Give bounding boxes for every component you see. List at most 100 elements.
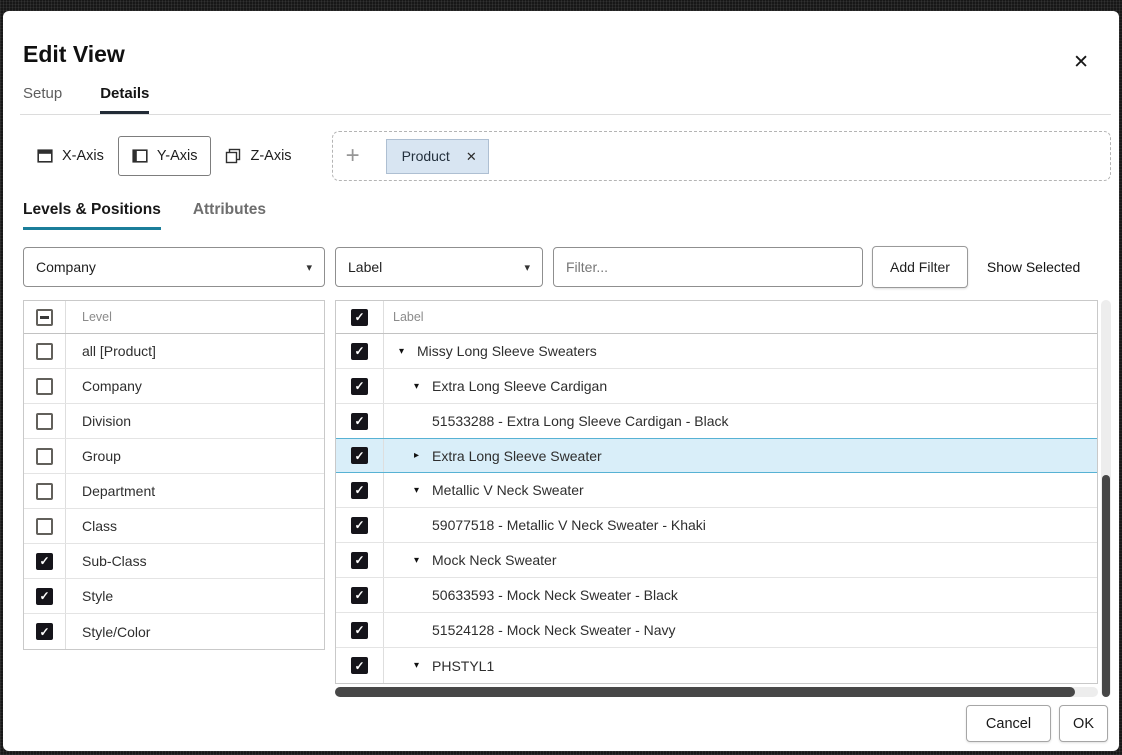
position-row[interactable]: 51524128 - Mock Neck Sweater - Navy: [336, 613, 1097, 648]
filter-input[interactable]: [553, 247, 863, 287]
z-axis-label: Z-Axis: [250, 148, 292, 164]
level-row-label: Company: [82, 378, 142, 394]
axis-toolbar: X-Axis Y-Axis Z-Axis + Product ✕: [20, 131, 1111, 181]
checkbox-icon[interactable]: [351, 447, 368, 464]
checkbox-icon[interactable]: [351, 621, 368, 639]
y-axis-icon: [132, 149, 148, 163]
header-checkbox-cell: [24, 301, 66, 333]
select-all-positions-checkbox[interactable]: [351, 308, 368, 326]
x-axis-icon: [37, 149, 53, 163]
position-row[interactable]: ▾ Missy Long Sleeve Sweaters: [336, 334, 1097, 369]
checkbox-cell: [24, 404, 66, 438]
level-row[interactable]: Group: [24, 439, 324, 474]
checkbox-icon[interactable]: [351, 551, 368, 569]
position-row-label: 59077518 - Metallic V Neck Sweater - Kha…: [432, 517, 706, 533]
expand-arrow-icon[interactable]: ▾: [414, 485, 432, 496]
position-row-label: Missy Long Sleeve Sweaters: [417, 343, 597, 359]
position-row[interactable]: ▾ Extra Long Sleeve Cardigan: [336, 369, 1097, 404]
checkbox-icon[interactable]: [36, 342, 53, 360]
checkbox-icon[interactable]: [36, 623, 53, 640]
position-row-label: Extra Long Sleeve Sweater: [432, 447, 602, 464]
level-row[interactable]: Division: [24, 404, 324, 439]
y-axis-button[interactable]: Y-Axis: [117, 136, 212, 176]
position-row[interactable]: 51533288 - Extra Long Sleeve Cardigan - …: [336, 404, 1097, 439]
z-axis-button[interactable]: Z-Axis: [211, 136, 306, 176]
product-dimension-chip[interactable]: Product ✕: [385, 138, 489, 174]
level-row[interactable]: Company: [24, 369, 324, 404]
position-row-label: 51524128 - Mock Neck Sweater - Navy: [432, 622, 676, 638]
vertical-scrollbar-thumb[interactable]: [1102, 474, 1110, 697]
levels-table-header: Level: [24, 301, 324, 334]
close-icon[interactable]: ✕: [1073, 53, 1089, 72]
show-selected-button[interactable]: Show Selected: [987, 259, 1080, 275]
positions-table: Label ▾ Missy Long Sleeve Sweaters ▾ Ext…: [335, 300, 1098, 684]
y-axis-label: Y-Axis: [156, 148, 198, 164]
checkbox-icon[interactable]: [351, 586, 368, 604]
checkbox-cell: [336, 473, 384, 507]
position-row[interactable]: 59077518 - Metallic V Neck Sweater - Kha…: [336, 508, 1097, 543]
collapse-arrow-icon[interactable]: ▸: [414, 450, 432, 461]
level-row[interactable]: all [Product]: [24, 334, 324, 369]
tab-setup[interactable]: Setup: [23, 85, 62, 114]
checkbox-cell: [336, 613, 384, 647]
checkbox-cell: [24, 509, 66, 543]
position-row[interactable]: 50633593 - Mock Neck Sweater - Black: [336, 578, 1097, 613]
checkbox-icon[interactable]: [351, 516, 368, 534]
chip-remove-icon[interactable]: ✕: [466, 150, 477, 163]
expand-arrow-icon[interactable]: ▾: [414, 381, 432, 392]
add-filter-button[interactable]: Add Filter: [872, 246, 968, 288]
add-dimension-icon[interactable]: +: [346, 144, 360, 168]
chevron-down-icon: ▾: [524, 261, 530, 274]
expand-arrow-icon[interactable]: ▾: [414, 555, 432, 566]
checkbox-cell: [336, 334, 384, 368]
level-row-label: Sub-Class: [82, 553, 147, 569]
position-row-label: Metallic V Neck Sweater: [432, 482, 584, 498]
edit-view-dialog: Edit View ✕ Setup Details X-Axis Y-Axis: [3, 11, 1119, 751]
expand-arrow-icon[interactable]: ▾: [414, 660, 432, 671]
label-dropdown[interactable]: Label ▾: [335, 247, 543, 287]
level-row[interactable]: Style/Color: [24, 614, 324, 649]
horizontal-scrollbar[interactable]: [335, 687, 1098, 697]
checkbox-icon[interactable]: [351, 377, 368, 395]
tab-details[interactable]: Details: [100, 85, 150, 114]
checkbox-icon[interactable]: [351, 481, 368, 499]
checkbox-icon[interactable]: [351, 412, 368, 430]
level-row[interactable]: Sub-Class: [24, 544, 324, 579]
hierarchy-dropdown[interactable]: Company ▾: [23, 247, 325, 287]
checkbox-icon[interactable]: [36, 447, 53, 465]
level-row[interactable]: Style: [24, 579, 324, 614]
hierarchy-dropdown-value: Company: [36, 259, 96, 275]
checkbox-cell: [336, 543, 384, 577]
checkbox-icon[interactable]: [36, 377, 53, 395]
checkbox-icon[interactable]: [36, 552, 53, 570]
checkbox-icon[interactable]: [36, 587, 53, 605]
dialog-footer: Cancel OK: [20, 705, 1111, 742]
checkbox-cell: [24, 614, 66, 649]
x-axis-button[interactable]: X-Axis: [23, 136, 118, 176]
ok-button[interactable]: OK: [1059, 705, 1108, 742]
level-row[interactable]: Department: [24, 474, 324, 509]
level-row[interactable]: Class: [24, 509, 324, 544]
expand-arrow-icon[interactable]: ▾: [399, 346, 417, 357]
level-row-label: Class: [82, 518, 118, 534]
position-row[interactable]: ▾ Metallic V Neck Sweater: [336, 473, 1097, 508]
checkbox-icon[interactable]: [36, 482, 53, 500]
checkbox-icon[interactable]: [36, 412, 53, 430]
checkbox-icon[interactable]: [36, 517, 53, 535]
position-row-selected[interactable]: ▸ Extra Long Sleeve Sweater: [336, 438, 1097, 473]
chip-label: Product: [401, 148, 450, 164]
position-row[interactable]: ▾ PHSTYL1: [336, 648, 1097, 683]
label-dropdown-value: Label: [348, 259, 383, 275]
vertical-scrollbar[interactable]: [1101, 300, 1111, 697]
checkbox-icon[interactable]: [351, 342, 368, 360]
horizontal-scrollbar-thumb[interactable]: [335, 687, 1076, 697]
select-all-levels-checkbox[interactable]: [36, 308, 53, 326]
tab-levels-positions[interactable]: Levels & Positions: [23, 201, 161, 230]
checkbox-icon[interactable]: [351, 657, 368, 674]
position-row[interactable]: ▾ Mock Neck Sweater: [336, 543, 1097, 578]
cancel-button[interactable]: Cancel: [965, 705, 1052, 742]
axis-dimension-dropzone[interactable]: + Product ✕: [331, 131, 1111, 181]
position-row-label: 50633593 - Mock Neck Sweater - Black: [432, 587, 678, 603]
tab-attributes[interactable]: Attributes: [193, 201, 266, 230]
z-axis-icon: [226, 148, 241, 164]
